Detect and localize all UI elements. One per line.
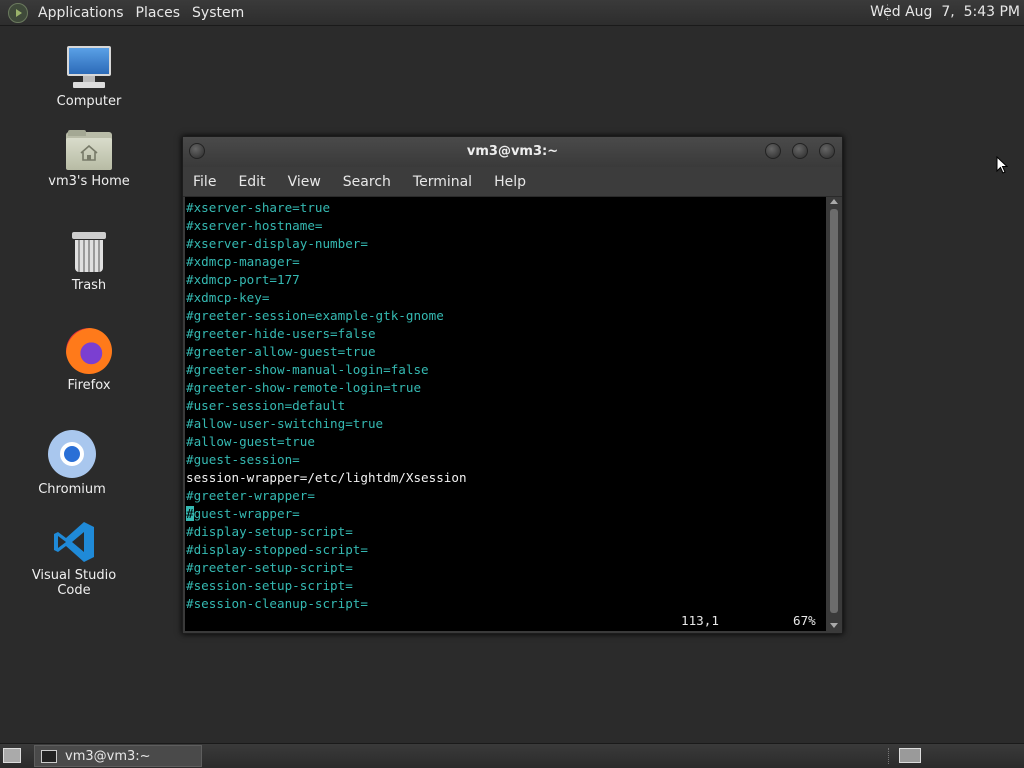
terminal-window[interactable]: vm3@vm3:~ File Edit View Search Terminal… [182,136,843,634]
cursor-position: 113,1 [681,613,719,628]
taskbar-item-label: vm3@vm3:~ [65,748,151,764]
desktop-icon-computer[interactable]: Computer [48,46,130,109]
terminal-line: #greeter-allow-guest=true [186,344,376,359]
clock[interactable]: Wed Aug 7, 5:43 PM [870,4,1020,20]
terminal-line: #allow-user-switching=true [186,416,384,431]
distro-logo-icon[interactable] [8,2,28,23]
desktop-icon-vscode[interactable]: Visual Studio Code [14,520,134,598]
maximize-button[interactable] [792,143,808,159]
menu-help[interactable]: Help [494,174,526,190]
terminal-line: #greeter-wrapper= [186,488,315,503]
desktop-icon-home[interactable]: vm3's Home [40,130,138,189]
terminal-line: #display-stopped-script= [186,542,368,557]
top-panel: Applications Places System Wed Aug 7, 5:… [0,0,1024,26]
window-titlebar[interactable]: vm3@vm3:~ [183,137,842,167]
desktop-icon-label: Chromium [38,482,106,497]
terminal-menubar: File Edit View Search Terminal Help [183,167,842,197]
terminal-line: #session-cleanup-script= [186,596,368,611]
terminal-line: #xserver-share=true [186,200,331,215]
terminal-line: #user-session=default [186,398,346,413]
terminal-line: #xdmcp-manager= [186,254,300,269]
vertical-scrollbar[interactable] [828,197,840,631]
terminal-lines: #xserver-share=true #xserver-hostname= #xs… [186,199,467,613]
home-folder-icon [66,130,112,170]
terminal-line: #session-setup-script= [186,578,353,593]
terminal-line: #greeter-setup-script= [186,560,353,575]
terminal-line: #guest-session= [186,452,300,467]
chromium-icon [48,430,96,478]
window-title: vm3@vm3:~ [466,144,559,159]
desktop-icon-label: Trash [71,278,107,293]
terminal-line: #greeter-show-manual-login=false [186,362,429,377]
taskbar-item-terminal[interactable]: vm3@vm3:~ [34,745,202,767]
firefox-icon [66,328,112,374]
minimize-button[interactable] [765,143,781,159]
menu-edit[interactable]: Edit [238,174,265,190]
terminal-line: session-wrapper=/etc/lightdm/Xsession [186,470,467,485]
bottom-panel: vm3@vm3:~ [0,743,1024,768]
terminal-line: #greeter-session=example-gtk-gnome [186,308,444,323]
menu-applications[interactable]: Applications [38,5,124,21]
workspace-switcher[interactable] [899,748,921,763]
panel-separator [888,748,889,764]
terminal-line: #xdmcp-port=177 [186,272,300,287]
menu-search[interactable]: Search [343,174,391,190]
scrollbar-thumb[interactable] [830,209,838,613]
terminal-line: #allow-guest=true [186,434,315,449]
show-desktop-icon[interactable] [3,748,21,763]
mouse-pointer-icon [996,156,1008,174]
terminal-icon [41,749,57,763]
trash-icon [71,230,107,274]
desktop-icon-chromium[interactable]: Chromium [36,430,108,497]
terminal-line: #greeter-hide-users=false [186,326,376,341]
menu-system[interactable]: System [192,5,244,21]
desktop-icon-firefox[interactable]: Firefox [56,328,122,393]
menu-terminal[interactable]: Terminal [413,174,472,190]
desktop-icon-trash[interactable]: Trash [58,230,120,293]
terminal-text-area[interactable]: #xserver-share=true #xserver-hostname= #xs… [185,197,826,631]
desktop-icon-label: Computer [56,94,122,109]
scroll-percent: 67% [793,613,816,628]
text-cursor: # [186,506,194,521]
scroll-up-arrow-icon[interactable] [830,199,838,204]
desktop-icon-label: Visual Studio Code [31,568,117,598]
terminal-line: #xserver-hostname= [186,218,323,233]
desktop-icon-label: vm3's Home [48,174,130,189]
close-button[interactable] [819,143,835,159]
desktop-icon-label: Firefox [67,378,111,393]
scroll-down-arrow-icon[interactable] [830,623,838,628]
terminal-line: #xdmcp-key= [186,290,270,305]
computer-icon [65,46,113,90]
terminal-line: #display-setup-script= [186,524,353,539]
menu-view[interactable]: View [288,174,321,190]
vscode-icon [52,520,96,564]
menu-file[interactable]: File [193,174,216,190]
menu-places[interactable]: Places [136,5,181,21]
terminal-line: #guest-wrapper= [186,506,300,521]
terminal-line: #greeter-show-remote-login=true [186,380,422,395]
terminal-line: #xserver-display-number= [186,236,368,251]
